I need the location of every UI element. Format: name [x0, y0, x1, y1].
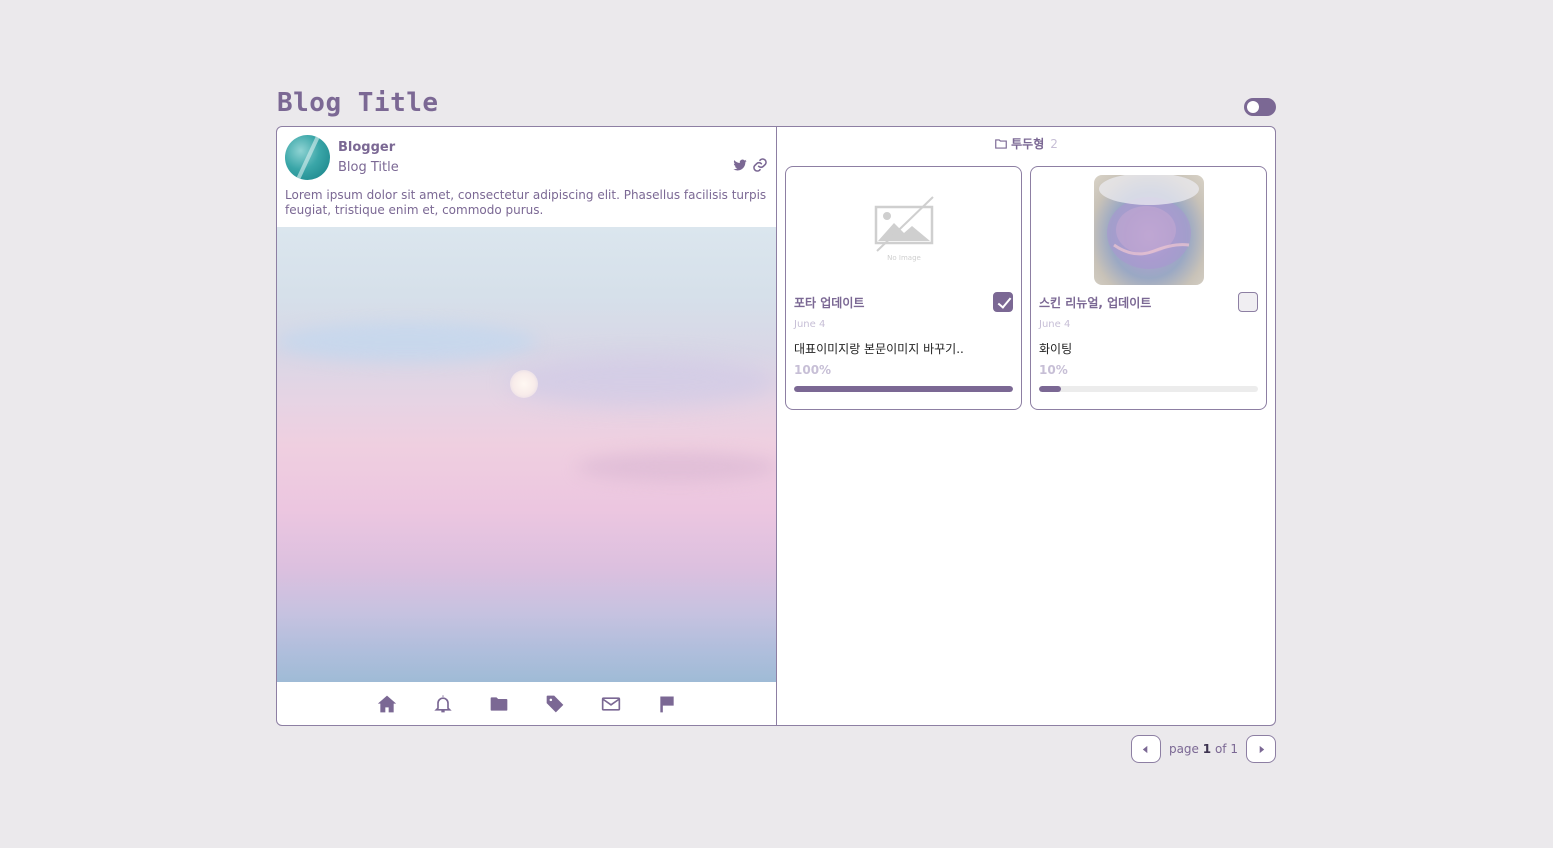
avatar [285, 135, 330, 180]
done-checkbox[interactable] [1238, 292, 1258, 312]
progress-fill [794, 386, 1013, 392]
todo-card[interactable]: 스킨 리뉴얼, 업데이트 June 4 화이팅 10% [1030, 166, 1267, 410]
current-page: 1 [1202, 742, 1212, 756]
toggle-knob [1247, 101, 1259, 113]
folder-count: 2 [1050, 136, 1058, 151]
page-prefix: page [1168, 742, 1199, 756]
link-icon[interactable] [752, 157, 768, 173]
profile-panel: Blogger Blog Title Lorem ipsum dolor sit… [277, 127, 777, 725]
total-pages: 1 [1230, 742, 1238, 756]
blogger-name: Blogger [338, 140, 396, 155]
caret-right-icon [1259, 745, 1264, 753]
folder-name: 투두형 [1011, 137, 1045, 151]
folder-icon[interactable] [489, 694, 509, 714]
cloud-band [507, 357, 776, 407]
jellyfish-thumbnail [1094, 175, 1204, 285]
no-image-placeholder: No Image [849, 175, 959, 285]
bottom-nav [277, 682, 776, 725]
pagination: page 1 of 1 [1130, 735, 1276, 763]
twitter-icon[interactable] [732, 157, 748, 173]
header-image [277, 227, 776, 682]
blog-subtitle: Blog Title [338, 160, 399, 175]
moon [510, 370, 538, 398]
post-list-panel: 투두형 2 No Image 포타 업데이트 June 4 대표이미지랑 본문이… [777, 127, 1275, 725]
cloud-band [577, 452, 776, 482]
blog-description: Lorem ipsum dolor sit amet, consectetur … [285, 188, 767, 217]
progress-label: 100% [794, 363, 832, 377]
folder-heading[interactable]: 투두형 2 [777, 135, 1275, 152]
card-date: June 4 [794, 319, 826, 330]
main-frame: Blogger Blog Title Lorem ipsum dolor sit… [276, 126, 1276, 726]
card-title[interactable]: 포타 업데이트 [794, 294, 864, 311]
blog-title: Blog Title [277, 88, 439, 118]
flag-icon[interactable] [657, 694, 677, 714]
no-image-label: No Image [887, 254, 921, 262]
progress-fill [1039, 386, 1061, 392]
bell-icon[interactable] [433, 694, 453, 714]
home-icon[interactable] [377, 694, 397, 714]
mail-icon[interactable] [601, 694, 621, 714]
card-date: June 4 [1039, 319, 1071, 330]
caret-left-icon [1143, 745, 1148, 753]
progress-bar [1039, 386, 1258, 392]
tag-icon[interactable] [545, 694, 565, 714]
card-title[interactable]: 스킨 리뉴얼, 업데이트 [1039, 294, 1151, 311]
theme-toggle[interactable] [1244, 98, 1276, 116]
progress-bar [794, 386, 1013, 392]
cloud-band [277, 322, 537, 362]
page-indicator: page 1 of 1 [1169, 742, 1238, 756]
next-page-button[interactable] [1246, 735, 1276, 763]
todo-card[interactable]: No Image 포타 업데이트 June 4 대표이미지랑 본문이미지 바꾸기… [785, 166, 1022, 410]
card-text: 화이팅 [1039, 342, 1073, 356]
card-text: 대표이미지랑 본문이미지 바꾸기.. [794, 342, 964, 356]
done-checkbox[interactable] [993, 292, 1013, 312]
prev-page-button[interactable] [1130, 735, 1161, 763]
folder-outline-icon [995, 138, 1007, 149]
progress-label: 10% [1039, 363, 1068, 377]
social-links [732, 157, 768, 173]
page-of: of [1214, 742, 1227, 756]
